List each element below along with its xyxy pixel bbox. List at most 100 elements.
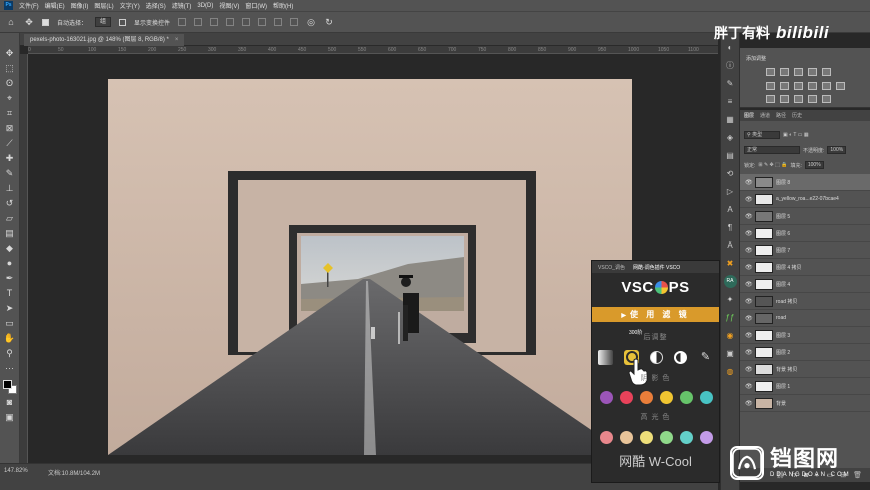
layer-row[interactable]: 👁 图层 4: [740, 276, 870, 293]
3d-rotate-icon[interactable]: ↻: [324, 17, 334, 27]
highlight-color-dot[interactable]: [660, 431, 673, 444]
type-icon[interactable]: T: [3, 287, 17, 300]
menu-item[interactable]: 选择(S): [146, 1, 166, 10]
transform-checkbox[interactable]: [119, 18, 127, 26]
photo-filter-icon[interactable]: [808, 82, 817, 90]
gradient-tool-icon[interactable]: [598, 349, 613, 365]
gradient-map-icon[interactable]: [808, 95, 817, 103]
eye-icon[interactable]: 👁: [745, 298, 753, 305]
close-icon[interactable]: ×: [175, 37, 179, 43]
align-bottom-icon[interactable]: [210, 18, 219, 26]
menu-item[interactable]: 视图(V): [219, 1, 239, 10]
eyedropper-icon[interactable]: ⟋: [3, 137, 17, 150]
eye-icon[interactable]: 👁: [745, 230, 753, 237]
menu-item[interactable]: 帮助(H): [273, 1, 293, 10]
zoom-level[interactable]: 147.82%: [4, 468, 28, 474]
auto-select-checkbox[interactable]: [42, 18, 49, 26]
align-left-icon[interactable]: [226, 18, 235, 26]
properties-icon[interactable]: ≡: [724, 95, 737, 108]
hand-icon[interactable]: ✋: [3, 332, 17, 345]
eye-icon[interactable]: 👁: [745, 400, 753, 407]
more-tools-icon[interactable]: ···: [3, 362, 17, 375]
layer-row[interactable]: 👁 图层 4 拷贝: [740, 259, 870, 276]
eye-icon[interactable]: 👁: [745, 349, 753, 356]
highlight-color-dot[interactable]: [700, 431, 713, 444]
eye-icon[interactable]: 👁: [745, 281, 753, 288]
layers-tab[interactable]: 通道: [760, 112, 770, 119]
eraser-icon[interactable]: ▱: [3, 212, 17, 225]
move-icon[interactable]: ✥: [3, 47, 17, 60]
brightness-icon[interactable]: [766, 68, 775, 76]
lookup-icon[interactable]: [836, 82, 845, 90]
history-brush-icon[interactable]: ↺: [3, 197, 17, 210]
vsco-tab[interactable]: 网酷-调色插件 VSCO: [633, 264, 680, 271]
plugin-2-icon[interactable]: ▣: [724, 347, 737, 360]
threshold-icon[interactable]: [794, 95, 803, 103]
zoom-icon[interactable]: ⚲: [3, 347, 17, 360]
eye-icon[interactable]: 👁: [745, 383, 753, 390]
shadow-color-dot[interactable]: [680, 391, 693, 404]
swatches-icon[interactable]: ▤: [724, 149, 737, 162]
document-canvas-image[interactable]: [108, 79, 632, 455]
glyphs-icon[interactable]: Ä: [724, 239, 737, 252]
layer-row[interactable]: 👁 a_yellow_roa...e22-07bcae4: [740, 191, 870, 208]
kind-filter-select[interactable]: ⚲ 类型: [744, 131, 780, 139]
bw-icon[interactable]: [794, 82, 803, 90]
frame-icon[interactable]: ⊠: [3, 122, 17, 135]
layer-row[interactable]: 👁 图层 8: [740, 174, 870, 191]
selective-color-icon[interactable]: [822, 95, 831, 103]
eye-icon[interactable]: 👁: [745, 315, 753, 322]
eye-icon[interactable]: 👁: [745, 196, 753, 203]
layer-row[interactable]: 👁 图层 6: [740, 225, 870, 242]
character-icon[interactable]: A: [724, 203, 737, 216]
channels-icon[interactable]: ◈: [724, 131, 737, 144]
layer-row[interactable]: 👁 图层 5: [740, 208, 870, 225]
layer-row[interactable]: 👁 背景 拷贝: [740, 361, 870, 378]
distribute-2-icon[interactable]: [290, 18, 299, 26]
invert-icon[interactable]: [766, 95, 775, 103]
document-tab[interactable]: pexels-photo-163021.jpg @ 148% (图层 8, RG…: [24, 34, 185, 46]
dodge-icon[interactable]: ●: [3, 257, 17, 270]
group-select[interactable]: 组: [95, 17, 112, 27]
plugin-orange-icon[interactable]: ✖: [724, 257, 737, 270]
shadow-color-dot[interactable]: [640, 391, 653, 404]
menu-item[interactable]: 文字(Y): [120, 1, 140, 10]
color-swatches[interactable]: [2, 380, 17, 394]
eye-icon[interactable]: 👁: [745, 264, 753, 271]
use-filter-button[interactable]: ▶ 使 用 滤 镜: [592, 307, 719, 322]
vsco-tab[interactable]: VSCO_调色: [598, 264, 625, 271]
plugin-icon[interactable]: ✦: [724, 293, 737, 306]
layers-tab[interactable]: 图层: [744, 112, 754, 119]
move-tool-icon[interactable]: ✥: [24, 17, 34, 27]
curves-icon[interactable]: [794, 68, 803, 76]
contrast-icon[interactable]: [674, 350, 687, 364]
styles-icon[interactable]: ▦: [724, 113, 737, 126]
path-select-icon[interactable]: ➤: [3, 302, 17, 315]
menu-item[interactable]: 3D(D): [197, 3, 213, 9]
brush-tool-icon[interactable]: ✎: [698, 350, 713, 365]
eye-icon[interactable]: 👁: [745, 332, 753, 339]
eye-icon[interactable]: 👁: [745, 247, 753, 254]
menu-item[interactable]: 窗口(W): [245, 1, 267, 10]
marquee-icon[interactable]: ⬚: [3, 62, 17, 75]
screen-mode-icon[interactable]: ▣: [3, 411, 17, 424]
healing-brush-icon[interactable]: ✚: [3, 152, 17, 165]
highlight-color-dot[interactable]: [640, 431, 653, 444]
shadow-color-dot[interactable]: [600, 391, 613, 404]
channel-mixer-icon[interactable]: [822, 82, 831, 90]
menu-item[interactable]: 文件(F): [19, 1, 39, 10]
highlight-color-dot[interactable]: [620, 431, 633, 444]
layer-row[interactable]: 👁 图层 2: [740, 344, 870, 361]
brush-icon[interactable]: ✎: [3, 167, 17, 180]
vibrance-icon[interactable]: [822, 68, 831, 76]
exposure-icon[interactable]: [808, 68, 817, 76]
menu-item[interactable]: 编辑(E): [45, 1, 65, 10]
layer-row[interactable]: 👁 图层 3: [740, 327, 870, 344]
color-balance-icon[interactable]: [780, 82, 789, 90]
menu-item[interactable]: 滤镜(T): [172, 1, 192, 10]
layer-row[interactable]: 👁 背景: [740, 395, 870, 412]
foreground-color[interactable]: [2, 380, 12, 389]
layer-row[interactable]: 👁 图层 7: [740, 242, 870, 259]
plugin-ra-icon[interactable]: RA: [723, 275, 737, 288]
highlight-color-dot[interactable]: [680, 431, 693, 444]
